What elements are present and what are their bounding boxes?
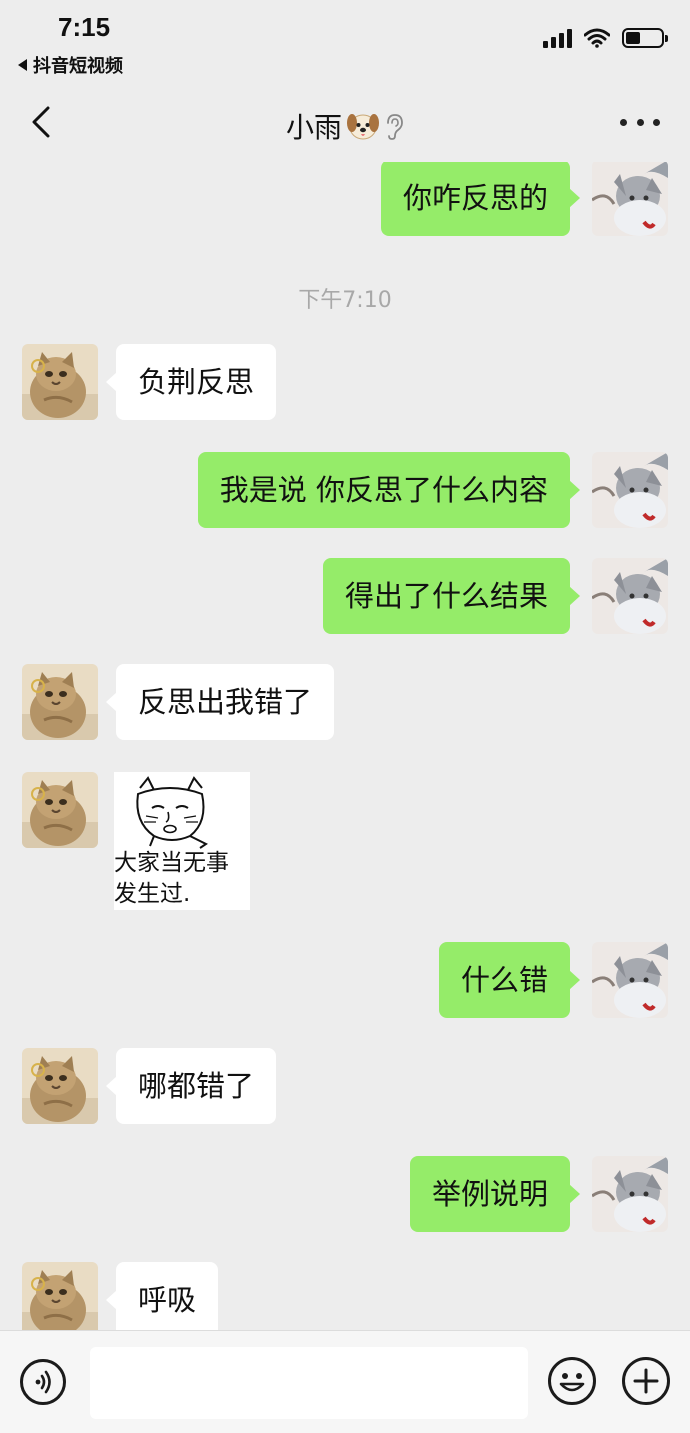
back-app-label: 抖音短视频 bbox=[33, 56, 123, 77]
message-bubble-received[interactable]: 呼吸 bbox=[105, 1262, 219, 1330]
voice-button[interactable] bbox=[20, 1359, 66, 1405]
contact-name: 小雨 bbox=[285, 111, 342, 144]
message-bubble-sent[interactable]: 得出了什么结果 bbox=[322, 558, 581, 634]
signal-icon bbox=[543, 28, 572, 48]
message-timestamp: 下午7:10 bbox=[298, 288, 392, 313]
ear-icon bbox=[387, 114, 403, 140]
more-options-button[interactable] bbox=[620, 110, 660, 134]
chat-title: 小雨 bbox=[0, 106, 690, 146]
contact-avatar[interactable] bbox=[22, 772, 98, 848]
message-bubble-sent[interactable]: 我是说 你反思了什么内容 bbox=[197, 452, 581, 528]
contact-avatar[interactable] bbox=[22, 1048, 98, 1124]
message-bubble-sent[interactable]: 举例说明 bbox=[409, 1156, 581, 1232]
smiley-icon bbox=[559, 1373, 585, 1392]
wifi-icon bbox=[584, 28, 610, 48]
back-triangle-icon bbox=[18, 59, 27, 71]
message-bubble-received[interactable]: 负荆反思 bbox=[105, 344, 277, 420]
emoji-button[interactable] bbox=[548, 1357, 596, 1405]
my-avatar[interactable] bbox=[592, 162, 668, 236]
back-to-app-link[interactable]: 抖音短视频 bbox=[18, 52, 123, 78]
plus-button[interactable] bbox=[622, 1357, 670, 1405]
voice-icon bbox=[35, 1370, 51, 1394]
message-bubble-received[interactable]: 反思出我错了 bbox=[105, 664, 335, 740]
message-list[interactable]: 你咋反思的 下午7:10 负荆反思 我是说 你反思了什么内容 得出了什么结果 反… bbox=[0, 162, 690, 1330]
my-avatar[interactable] bbox=[592, 452, 668, 528]
cat-face-sticker-icon bbox=[136, 776, 208, 849]
my-avatar[interactable] bbox=[592, 942, 668, 1018]
system-icons bbox=[543, 28, 668, 48]
my-avatar[interactable] bbox=[592, 558, 668, 634]
status-time: 7:15 bbox=[58, 12, 111, 42]
message-bubble-sent[interactable]: 你咋反思的 bbox=[380, 162, 581, 236]
chat-header: 小雨 bbox=[0, 84, 690, 162]
message-bubble-sent[interactable]: 什么错 bbox=[438, 942, 581, 1018]
plus-icon bbox=[633, 1368, 659, 1394]
message-input[interactable] bbox=[90, 1347, 528, 1419]
contact-avatar[interactable] bbox=[22, 344, 98, 420]
contact-avatar[interactable] bbox=[22, 664, 98, 740]
my-avatar[interactable] bbox=[592, 1156, 668, 1232]
input-bar bbox=[0, 1330, 690, 1433]
sticker-message[interactable]: 大家当无事 发生过. bbox=[114, 772, 250, 910]
contact-avatar[interactable] bbox=[22, 1262, 98, 1330]
dog-face-emoji-icon bbox=[347, 114, 379, 140]
sticker-caption: 大家当无事 发生过. bbox=[114, 850, 229, 907]
status-bar: 7:15 抖音短视频 bbox=[0, 0, 690, 84]
battery-icon bbox=[622, 28, 668, 48]
more-dots-icon bbox=[620, 118, 627, 126]
message-bubble-received[interactable]: 哪都错了 bbox=[105, 1048, 277, 1124]
